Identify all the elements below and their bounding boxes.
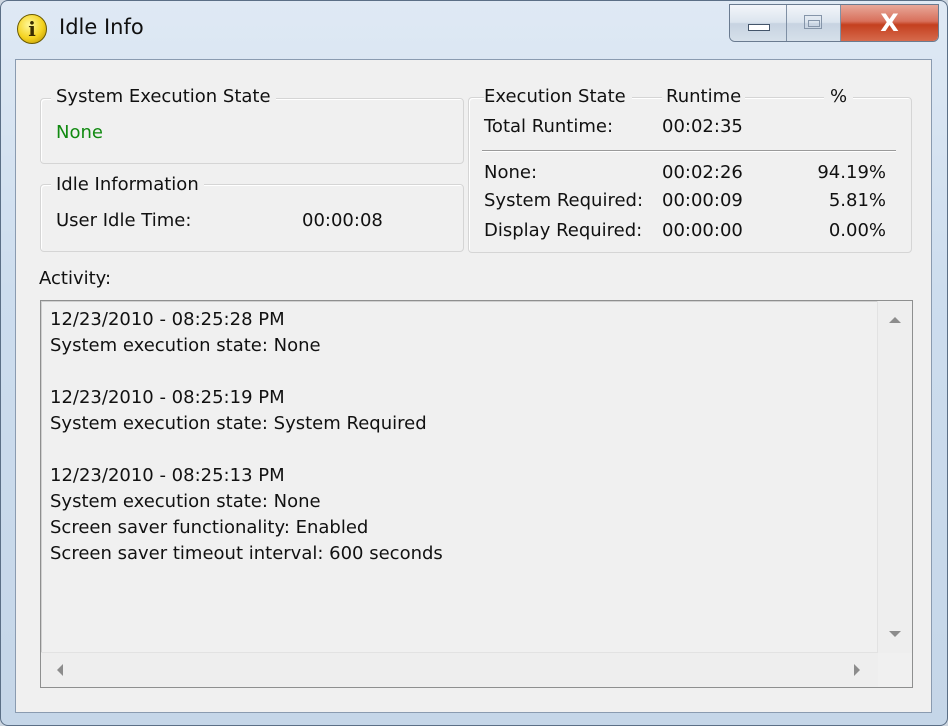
maximize-icon bbox=[804, 15, 822, 29]
idle-information-title: Idle Information bbox=[51, 174, 204, 195]
row-system-required-runtime: 00:00:09 bbox=[662, 190, 743, 211]
total-runtime-value: 00:02:35 bbox=[662, 116, 743, 137]
idle-info-window: i Idle Info X System Execution State Non… bbox=[0, 0, 948, 726]
header-execution-state: Execution State bbox=[484, 86, 632, 107]
caption-buttons: X bbox=[729, 4, 939, 42]
row-display-required-percent: 0.00% bbox=[828, 220, 886, 241]
header-percent: % bbox=[824, 86, 854, 107]
row-system-required-state: System Required: bbox=[484, 190, 644, 211]
user-idle-time-label: User Idle Time: bbox=[56, 210, 192, 231]
maximize-button[interactable] bbox=[787, 5, 841, 41]
activity-log-textbox[interactable]: 12/23/2010 - 08:25:28 PM System executio… bbox=[40, 300, 913, 688]
horizontal-scrollbar[interactable] bbox=[41, 652, 878, 687]
row-none-runtime: 00:02:26 bbox=[662, 162, 743, 183]
activity-label: Activity: bbox=[39, 268, 112, 289]
scroll-right-icon[interactable] bbox=[854, 664, 860, 676]
client-area: System Execution State None Idle Informa… bbox=[15, 59, 932, 713]
info-icon: i bbox=[17, 14, 47, 44]
user-idle-time-value: 00:00:08 bbox=[302, 210, 383, 231]
close-icon: X bbox=[880, 9, 899, 37]
close-button[interactable]: X bbox=[841, 5, 938, 41]
title-bar[interactable]: i Idle Info X bbox=[1, 1, 947, 57]
total-runtime-label: Total Runtime: bbox=[484, 116, 614, 137]
row-display-required-state: Display Required: bbox=[484, 220, 643, 241]
row-display-required-runtime: 00:00:00 bbox=[662, 220, 743, 241]
row-system-required-percent: 5.81% bbox=[828, 190, 886, 211]
row-none-state: None: bbox=[484, 162, 538, 183]
stats-separator bbox=[482, 150, 896, 152]
scroll-down-icon[interactable] bbox=[889, 631, 901, 637]
row-none-percent: 94.19% bbox=[817, 162, 886, 183]
vertical-scrollbar[interactable] bbox=[877, 301, 912, 653]
header-runtime: Runtime bbox=[662, 86, 746, 107]
system-execution-state-title: System Execution State bbox=[51, 86, 276, 107]
system-execution-state-group bbox=[40, 98, 464, 164]
scroll-up-icon[interactable] bbox=[889, 317, 901, 323]
scrollbar-corner bbox=[878, 653, 912, 687]
minimize-button[interactable] bbox=[730, 5, 787, 41]
system-execution-state-value: None bbox=[56, 122, 103, 143]
window-title: Idle Info bbox=[59, 15, 144, 39]
activity-log-text[interactable]: 12/23/2010 - 08:25:28 PM System executio… bbox=[50, 307, 870, 653]
minimize-icon bbox=[748, 24, 770, 31]
scroll-left-icon[interactable] bbox=[57, 664, 63, 676]
